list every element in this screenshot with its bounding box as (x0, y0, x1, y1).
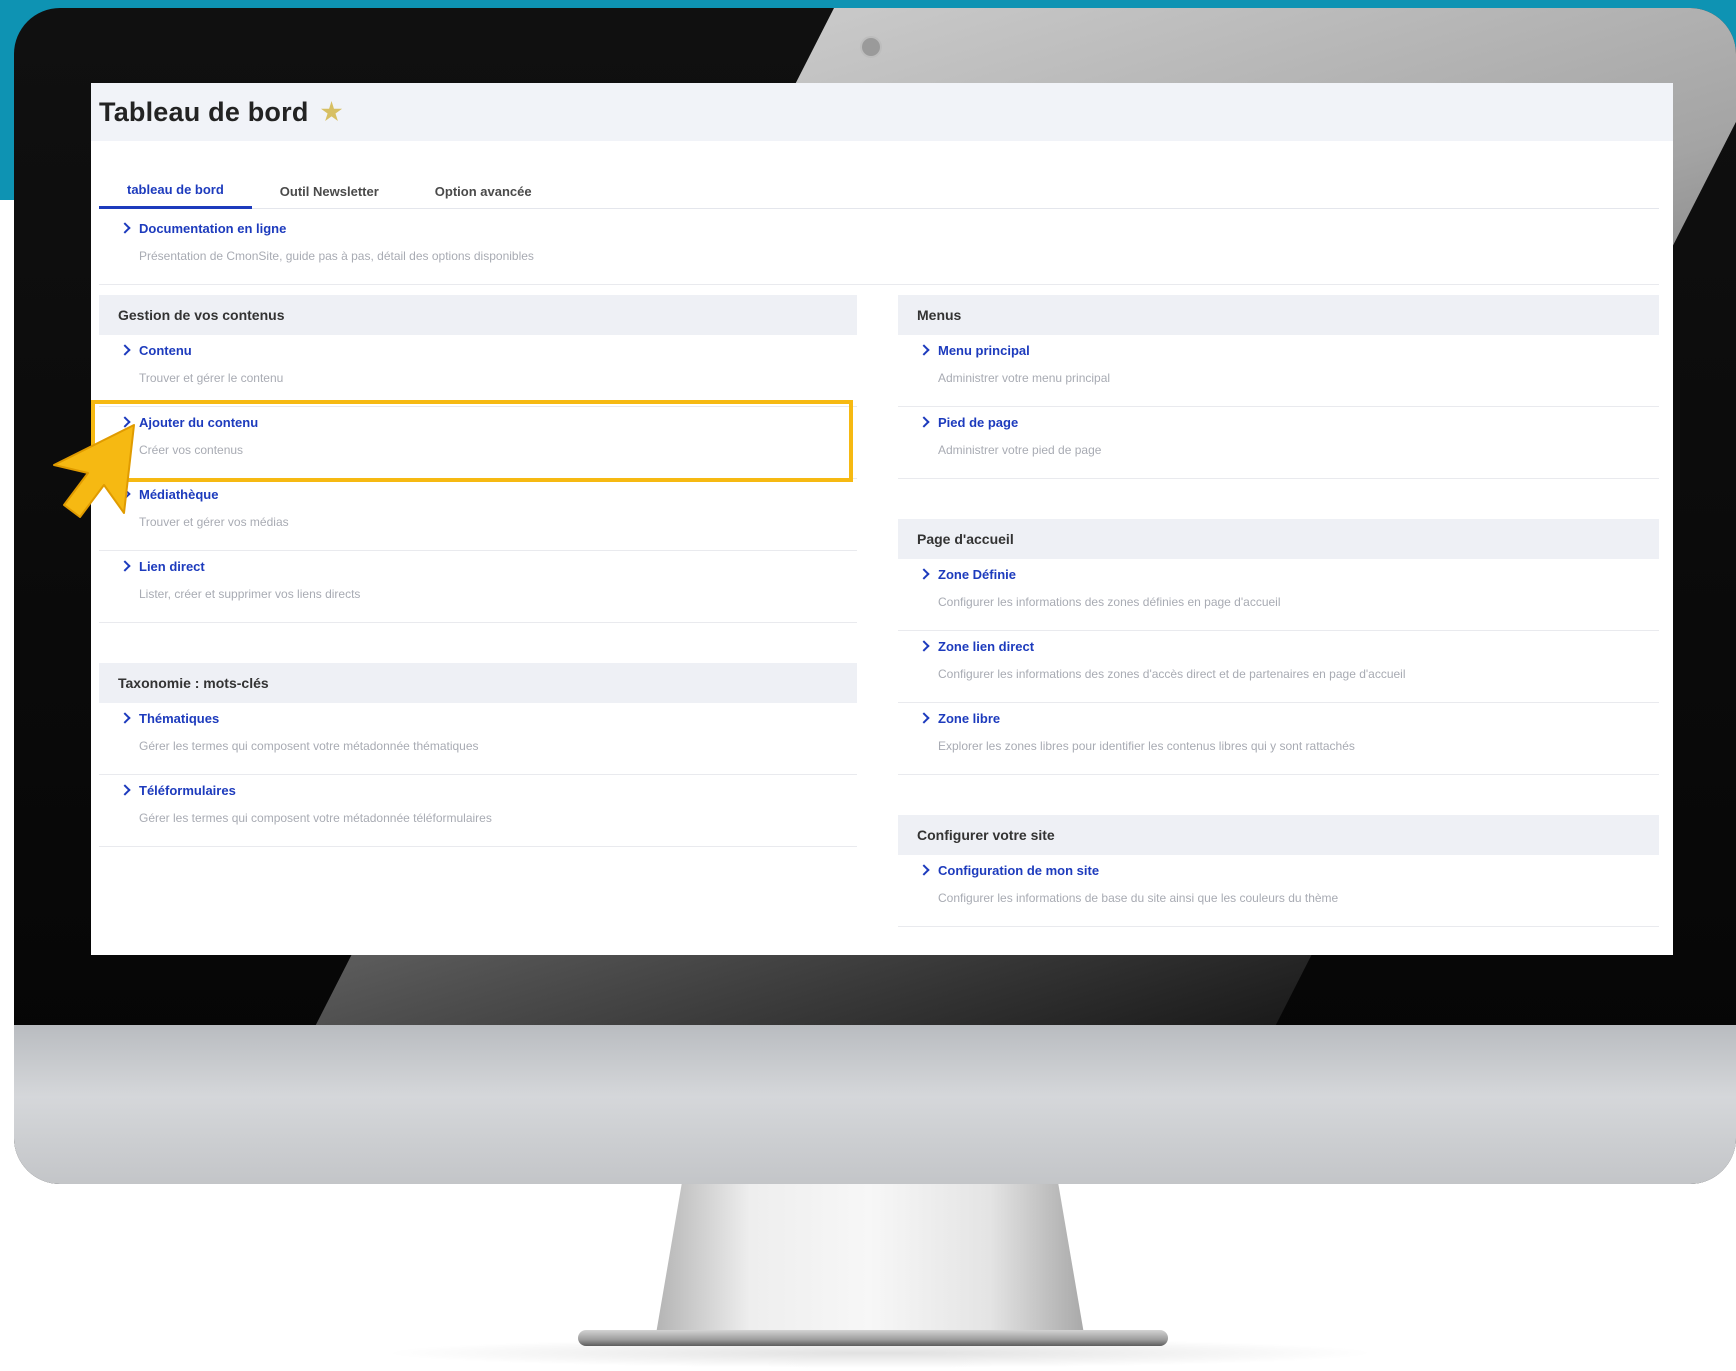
link-title[interactable]: Menu principal (938, 343, 1030, 358)
link-description: Administrer votre pied de page (938, 443, 1102, 457)
link-title[interactable]: Zone lien direct (938, 639, 1034, 654)
tab-option-avancee[interactable]: Option avancée (407, 173, 560, 209)
section-page-accueil: Page d'accueil Zone Définie Configurer l… (898, 519, 1659, 775)
highlight-box (91, 400, 853, 482)
link-item-zone-libre[interactable]: Zone libre Explorer les zones libres pou… (898, 703, 1659, 775)
section-header: Menus (898, 295, 1659, 335)
link-item-configuration-site[interactable]: Configuration de mon site Configurer les… (898, 855, 1659, 927)
link-title[interactable]: Pied de page (938, 415, 1018, 430)
link-description: Administrer votre menu principal (938, 371, 1111, 385)
monitor-chin (14, 1025, 1736, 1184)
link-item-pied-de-page[interactable]: Pied de page Administrer votre pied de p… (898, 407, 1659, 479)
pointer-cursor-icon (53, 424, 135, 518)
link-description: Explorer les zones libres pour identifie… (938, 739, 1355, 753)
chevron-right-icon (918, 568, 930, 580)
link-description: Trouver et gérer le contenu (139, 371, 284, 385)
link-item-documentation[interactable]: Documentation en ligne Présentation de C… (99, 213, 1659, 285)
monitor-stand (656, 1184, 1084, 1334)
section-menus: Menus Menu principal Administrer votre m… (898, 295, 1659, 479)
link-title[interactable]: Téléformulaires (139, 783, 236, 798)
tab-tableau-de-bord[interactable]: tableau de bord (99, 173, 252, 209)
section-header: Page d'accueil (898, 519, 1659, 559)
link-description: Gérer les termes qui composent votre mét… (139, 739, 479, 753)
chevron-right-icon (918, 712, 930, 724)
link-description: Configurer les informations des zones dé… (938, 595, 1281, 609)
link-item-thematiques[interactable]: Thématiques Gérer les termes qui compose… (99, 703, 857, 775)
link-title[interactable]: Zone Définie (938, 567, 1016, 582)
link-title[interactable]: Lien direct (139, 559, 205, 574)
link-description: Configurer les informations de base du s… (938, 891, 1339, 905)
dashboard-screen: Tableau de bord tableau de bord Outil Ne… (91, 83, 1673, 955)
chevron-right-icon (918, 864, 930, 876)
link-item-menu-principal[interactable]: Menu principal Administrer votre menu pr… (898, 335, 1659, 407)
link-item-mediatheque[interactable]: Médiathèque Trouver et gérer vos médias (99, 479, 857, 551)
link-item-zone-lien-direct[interactable]: Zone lien direct Configurer les informat… (898, 631, 1659, 703)
section-taxonomie: Taxonomie : mots-clés Thématiques Gérer … (99, 663, 857, 847)
right-column: Menus Menu principal Administrer votre m… (898, 295, 1659, 955)
chevron-right-icon (918, 416, 930, 428)
chevron-right-icon (918, 640, 930, 652)
link-title[interactable]: Contenu (139, 343, 192, 358)
link-title[interactable]: Configuration de mon site (938, 863, 1099, 878)
link-title[interactable]: Documentation en ligne (139, 221, 286, 236)
section-configurer-site: Configurer votre site Configuration de m… (898, 815, 1659, 927)
monitor-base (578, 1330, 1168, 1346)
link-title[interactable]: Zone libre (938, 711, 1000, 726)
link-description: Présentation de CmonSite, guide pas à pa… (139, 249, 534, 263)
left-column: Gestion de vos contenus Contenu Trouver … (99, 295, 857, 887)
chevron-right-icon (119, 784, 131, 796)
link-description: Lister, créer et supprimer vos liens dir… (139, 587, 361, 601)
section-header: Taxonomie : mots-clés (99, 663, 857, 703)
page-title: Tableau de bord (99, 96, 309, 127)
link-item-teleformulaires[interactable]: Téléformulaires Gérer les termes qui com… (99, 775, 857, 847)
section-header: Gestion de vos contenus (99, 295, 857, 335)
chevron-right-icon (119, 222, 131, 234)
chevron-right-icon (119, 712, 131, 724)
link-description: Configurer les informations des zones d'… (938, 667, 1406, 681)
page-header: Tableau de bord (91, 83, 1673, 141)
link-item-contenu[interactable]: Contenu Trouver et gérer le contenu (99, 335, 857, 407)
tab-bar: tableau de bord Outil Newsletter Option … (99, 173, 1659, 209)
link-description: Gérer les termes qui composent votre mét… (139, 811, 492, 825)
camera-icon (860, 36, 882, 58)
chevron-right-icon (119, 344, 131, 356)
link-item-zone-definie[interactable]: Zone Définie Configurer les informations… (898, 559, 1659, 631)
chevron-right-icon (119, 560, 131, 572)
link-description: Trouver et gérer vos médias (139, 515, 289, 529)
link-title[interactable]: Thématiques (139, 711, 219, 726)
tab-outil-newsletter[interactable]: Outil Newsletter (252, 173, 407, 209)
link-item-lien-direct[interactable]: Lien direct Lister, créer et supprimer v… (99, 551, 857, 623)
favorite-star-icon[interactable] (320, 101, 343, 122)
chevron-right-icon (918, 344, 930, 356)
section-header: Configurer votre site (898, 815, 1659, 855)
